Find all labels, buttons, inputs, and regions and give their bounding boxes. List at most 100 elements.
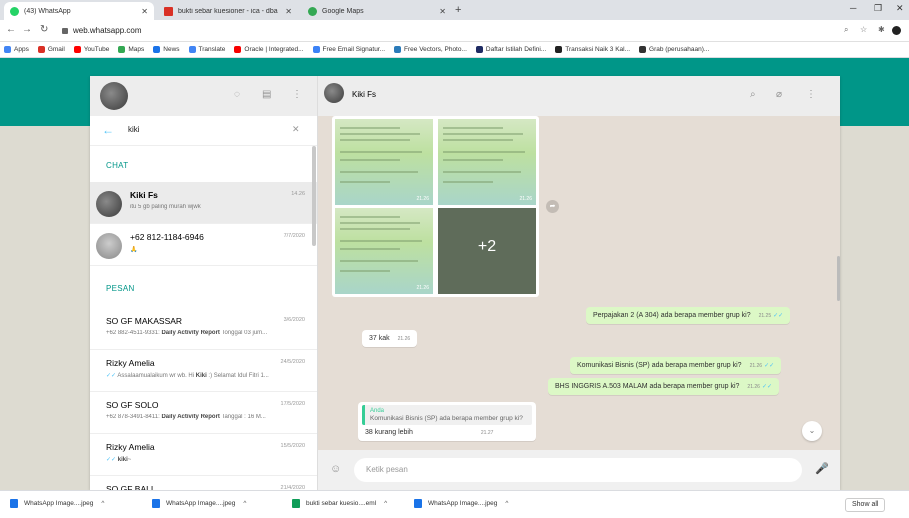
maximize-icon[interactable]: ❐ <box>874 3 882 14</box>
search-back-icon[interactable]: ← <box>102 123 114 137</box>
bookmark-label: Apps <box>14 46 29 53</box>
image-time: 21.26 <box>416 196 429 202</box>
message-snippet: +62 878-3491-8411: Daily Activity Report… <box>106 414 306 420</box>
new-chat-icon[interactable]: ▤ <box>262 89 271 100</box>
bookmark-item[interactable]: Maps <box>118 46 144 53</box>
bookmark-item[interactable]: Free Vectors, Photo... <box>394 46 467 53</box>
chevron-up-icon[interactable]: ^ <box>243 500 246 507</box>
album-image[interactable]: 21.26 <box>438 119 536 205</box>
message-result-item[interactable]: Rizky Amelia 15/5/2020 ✓✓ kiki~ <box>90 434 317 476</box>
new-tab-icon[interactable]: + <box>455 4 461 16</box>
snippet-highlight: kiki <box>117 457 128 463</box>
bookmark-label: Grab (perusahaan)... <box>649 46 710 53</box>
bookmark-item[interactable]: Oracle | Integrated... <box>234 46 304 53</box>
whatsapp-favicon-icon <box>10 6 19 16</box>
search-results: CHAT Kiki Fs 14.26 itu 5 gb paling murah… <box>90 146 317 518</box>
album-more-overlay[interactable]: +2 <box>438 208 536 294</box>
message-outgoing[interactable]: BHS INGGRIS A.503 MALAM ada berapa membe… <box>548 378 779 395</box>
chat-menu-icon[interactable]: ⋮ <box>806 89 816 100</box>
bookmark-icon <box>73 46 81 53</box>
image-file-icon <box>10 499 18 508</box>
bookmark-label: Gmail <box>47 46 65 53</box>
bookmark-icon <box>4 46 11 53</box>
extension-icon[interactable]: ✱ <box>878 25 885 34</box>
snippet-highlight: Daily Activity Report <box>161 330 220 336</box>
status-icon[interactable]: ◌ <box>234 89 240 100</box>
bookmark-label: Daftar Istilah Defini... <box>485 46 547 53</box>
tab-gmail[interactable]: bukti sebar kuesioner - ica - dba ✕ <box>158 2 298 20</box>
album-image[interactable]: 21.26 <box>335 208 433 294</box>
bookmark-item[interactable]: Translate <box>188 46 225 53</box>
my-avatar[interactable] <box>100 82 128 110</box>
close-window-icon[interactable]: ✕ <box>896 3 904 14</box>
search-icon[interactable]: ⌕ <box>750 89 756 100</box>
sidebar-scrollbar[interactable] <box>312 146 316 246</box>
whatsapp-app: ◌ ▤ ⋮ ← kiki ✕ CHAT Kiki Fs 14.26 itu 5 … <box>90 76 840 518</box>
scroll-down-button[interactable]: ⌄ <box>802 421 822 441</box>
bookmark-item[interactable]: News <box>153 46 180 53</box>
message-incoming-reply[interactable]: Anda Komunikasi Bisnis (SP) ada berapa m… <box>358 402 536 441</box>
search-input[interactable]: kiki <box>128 125 140 134</box>
chat-time: 24/5/2020 <box>280 359 305 365</box>
menu-icon[interactable]: ⋮ <box>292 89 302 100</box>
download-item[interactable]: WhatsApp Image....jpeg ^ <box>152 499 246 508</box>
close-tab-icon[interactable]: ✕ <box>285 7 292 16</box>
attach-icon[interactable]: ⌀ <box>776 89 782 100</box>
bookmark-item[interactable]: Transaksi Naik 3 Kal... <box>555 46 630 53</box>
message-outgoing[interactable]: Komunikasi Bisnis (SP) ada berapa member… <box>570 357 782 374</box>
url-field[interactable]: web.whatsapp.com <box>62 23 842 38</box>
image-album[interactable]: 21.26 21.26 21.26 +2 <box>332 116 539 297</box>
bookmark-item[interactable]: Apps <box>4 46 29 53</box>
microphone-icon[interactable]: 🎤 <box>815 462 829 475</box>
download-item[interactable]: WhatsApp Image....jpeg ^ <box>10 499 104 508</box>
message-result-item[interactable]: SO GF MAKASSAR 3/6/2020 +62 882-4511-9331:… <box>90 308 317 350</box>
message-text: 37 kak <box>369 335 390 342</box>
message-incoming[interactable]: 37 kak 21.26 <box>362 330 418 347</box>
zoom-icon[interactable]: ⌕ <box>844 25 848 35</box>
chevron-up-icon[interactable]: ^ <box>505 500 508 507</box>
contact-name[interactable]: Kiki Fs <box>352 90 376 99</box>
bookmark-item[interactable]: Daftar Istilah Defini... <box>475 46 547 53</box>
chat-item-phone[interactable]: +62 812-1184-6946 7/7/2020 🙏 <box>90 224 317 266</box>
message-text: 38 kurang lebih <box>365 429 413 436</box>
chat-scrollbar[interactable] <box>837 256 840 301</box>
bookmark-item[interactable]: Grab (perusahaan)... <box>639 46 709 53</box>
chat-item-kiki-fs[interactable]: Kiki Fs 14.26 itu 5 gb paling murah wjwk <box>90 182 317 224</box>
bookmark-item[interactable]: Gmail <box>37 46 65 53</box>
chat-time: 17/5/2020 <box>280 401 305 407</box>
message-snippet: +62 882-4511-9331: Daily Activity Report… <box>106 330 306 336</box>
album-image[interactable]: 21.26 <box>335 119 433 205</box>
bookmark-star-icon[interactable]: ☆ <box>860 25 867 34</box>
message-result-item[interactable]: Rizky Amelia 24/5/2020 ✓✓ Assalaamualaikum… <box>90 350 317 392</box>
bookmark-item[interactable]: YouTube <box>73 46 109 53</box>
chevron-up-icon[interactable]: ^ <box>101 500 104 507</box>
forward-icon[interactable]: → <box>22 24 32 35</box>
download-item[interactable]: WhatsApp Image....jpeg ^ <box>414 499 508 508</box>
emoji-icon[interactable]: ☺ <box>330 463 341 475</box>
conversation-header: Kiki Fs ⌕ ⌀ ⋮ <box>318 76 840 116</box>
show-all-button[interactable]: Show all <box>845 498 886 512</box>
message-input[interactable]: Ketik pesan <box>354 458 802 482</box>
profile-avatar-icon[interactable] <box>892 26 901 35</box>
clear-search-icon[interactable]: ✕ <box>292 124 300 135</box>
bookmark-label: News <box>163 46 180 53</box>
contact-avatar[interactable] <box>324 83 344 103</box>
forward-icon[interactable]: ➦ <box>546 200 559 213</box>
section-label: CHAT <box>106 161 129 170</box>
back-icon[interactable]: ← <box>6 24 16 35</box>
close-tab-icon[interactable]: ✕ <box>141 7 148 16</box>
whatsapp-web-page: ◌ ▤ ⋮ ← kiki ✕ CHAT Kiki Fs 14.26 itu 5 … <box>0 58 909 518</box>
chevron-up-icon[interactable]: ^ <box>384 500 387 507</box>
message-outgoing[interactable]: Perpajakan 2 (A 304) ada berapa member g… <box>586 307 791 324</box>
quoted-message[interactable]: Anda Komunikasi Bisnis (SP) ada berapa m… <box>362 405 532 425</box>
message-result-item[interactable]: SO GF SOLO 17/5/2020 +62 878-3491-8411: Da… <box>90 392 317 434</box>
minimize-icon[interactable]: ─ <box>850 3 856 13</box>
download-item[interactable]: bukti sebar kuesio....eml ^ <box>292 499 387 508</box>
close-tab-icon[interactable]: ✕ <box>439 7 446 16</box>
tab-google-maps[interactable]: Google Maps ✕ <box>302 2 452 20</box>
bookmark-item[interactable]: Free Email Signatur... <box>312 46 385 53</box>
tab-whatsapp[interactable]: (43) WhatsApp ✕ <box>4 2 154 20</box>
reload-icon[interactable]: ↻ <box>40 24 48 35</box>
sidebar: ◌ ▤ ⋮ ← kiki ✕ CHAT Kiki Fs 14.26 itu 5 … <box>90 76 318 518</box>
read-receipt-icon: ✓✓ <box>761 384 772 390</box>
